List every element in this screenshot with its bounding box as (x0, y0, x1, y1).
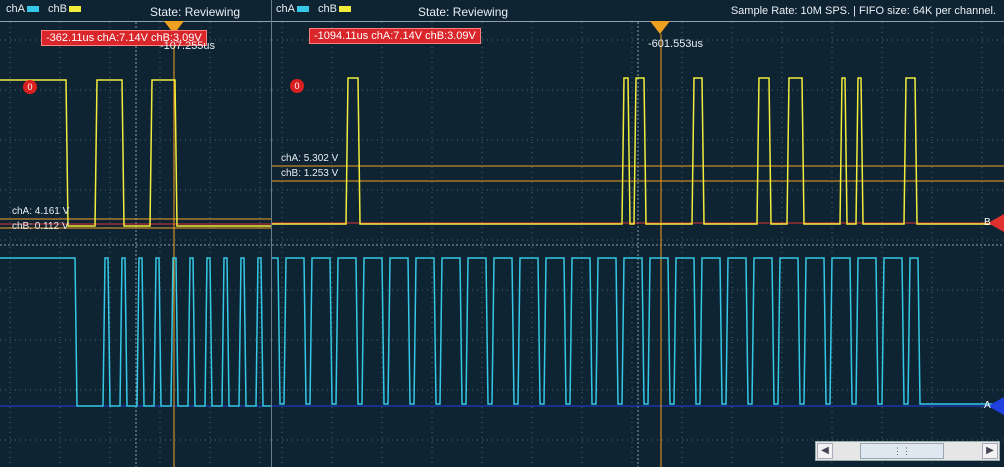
legend-chb-label: chB (48, 3, 67, 15)
panel-header-right: chA chB State: Reviewing Sample Rate: 10… (272, 0, 1004, 22)
horizontal-scrollbar[interactable]: ◀ ⋮⋮ ▶ (815, 441, 1000, 461)
cursor-chb-value-right: chB: 1.253 V (281, 168, 339, 179)
cursor-cha-value-left: chA: 4.161 V (12, 206, 70, 217)
legend-chb-swatch (69, 5, 81, 12)
cursor-time-left: -107.255us (160, 40, 216, 52)
marker-zero-right[interactable]: 0 (290, 79, 304, 93)
state-text-left: State: Reviewing (150, 5, 241, 19)
legend-chb-swatch (339, 5, 351, 12)
chevron-right-icon[interactable]: ▶ (982, 443, 998, 459)
legend-left: chA chB (6, 3, 87, 15)
scrollbar-thumb[interactable]: ⋮⋮ (860, 443, 944, 459)
legend-cha-label: chA (276, 3, 295, 15)
legend-cha-label: chA (6, 3, 25, 15)
legend-cha-swatch (26, 5, 39, 12)
marker-zero-left[interactable]: 0 (23, 80, 37, 94)
sample-rate-text: Sample Rate: 10M SPS. | FIFO size: 64K p… (730, 5, 996, 17)
chevron-left-icon[interactable]: ◀ (817, 443, 833, 459)
cursor-cha-value-right: chA: 5.302 V (281, 153, 339, 164)
waveform-canvas-right[interactable] (272, 0, 1004, 467)
cursor-time-right: -601.553us (648, 38, 704, 50)
legend-cha-swatch (296, 5, 309, 12)
cursor-chb-value-left: chB: 0.112 V (12, 221, 69, 232)
waveform-panel-right[interactable]: chA chB State: Reviewing Sample Rate: 10… (272, 0, 1004, 467)
channel-a-ref-marker[interactable]: A (984, 397, 1004, 415)
state-text-right: State: Reviewing (418, 5, 509, 19)
grip-icon: ⋮⋮ (893, 446, 911, 456)
oscilloscope-app: chA chB State: Reviewing -362.11us chA:7… (0, 0, 1004, 467)
cursor-readout-right: -1094.11us chA:7.14V chB:3.09V (309, 28, 481, 44)
legend-chb-label: chB (318, 3, 337, 15)
panel-header-left: chA chB State: Reviewing (0, 0, 271, 22)
waveform-panel-left[interactable]: chA chB State: Reviewing -362.11us chA:7… (0, 0, 272, 467)
waveform-canvas-left[interactable] (0, 0, 272, 467)
legend-right: chA chB (276, 3, 357, 15)
channel-b-ref-marker[interactable]: B (984, 214, 1004, 232)
trigger-cursor-handle-right[interactable] (650, 21, 670, 34)
chb-waveform (0, 79, 271, 227)
